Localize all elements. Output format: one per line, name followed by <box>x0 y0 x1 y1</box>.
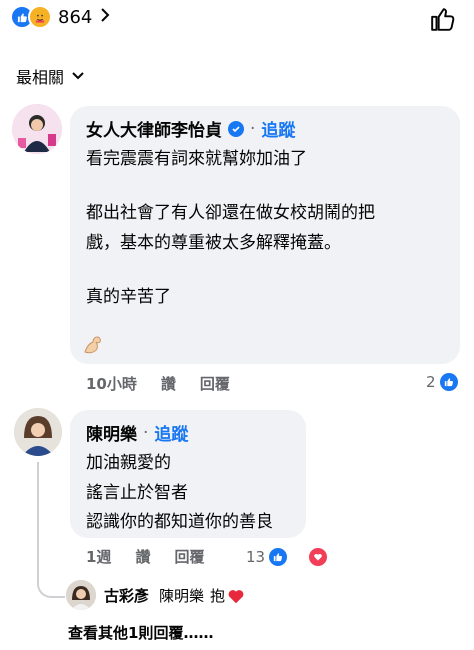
comment-line: 認識你的都知道你的善良 <box>86 512 273 532</box>
reply-text: 抱 <box>210 587 226 605</box>
care-reaction-icon <box>28 5 52 29</box>
like-reaction-icon <box>269 548 288 566</box>
comment-actions: 10小時 讚 回覆 <box>86 373 254 394</box>
like-button-icon[interactable] <box>430 6 456 32</box>
verified-badge-icon <box>228 120 244 137</box>
chevron-right-icon <box>100 7 110 28</box>
sort-dropdown[interactable]: 最相關 <box>16 64 84 88</box>
reply-author[interactable]: 古彩彥 <box>104 585 149 606</box>
reply-mention[interactable]: 陳明樂 <box>159 585 204 606</box>
view-more-replies-link[interactable]: 查看其他1則回覆…… <box>68 622 213 643</box>
comment-reaction-summary[interactable]: 13 <box>246 546 353 568</box>
comment-line: 謠言止於智者 <box>86 483 188 503</box>
comment-author[interactable]: 陳明樂 <box>86 420 137 445</box>
avatar[interactable] <box>66 580 96 610</box>
comment-line: 加油親愛的 <box>86 453 171 473</box>
like-reaction-icon <box>439 373 458 391</box>
red-heart-icon <box>228 589 244 603</box>
reaction-count: 864 <box>58 6 93 28</box>
like-link[interactable]: 讚 <box>135 546 150 567</box>
reply-preview[interactable]: 古彩彥 陳明樂 抱 <box>104 585 245 606</box>
reply-link[interactable]: 回覆 <box>174 546 204 567</box>
comment-line: 真的辛苦了 <box>86 287 171 307</box>
love-reaction-icon <box>307 546 330 568</box>
comment-timestamp[interactable]: 10小時 <box>86 373 137 394</box>
comment-reaction-count: 13 <box>246 548 266 566</box>
separator-dot: · <box>143 422 149 443</box>
comment-header: 陳明樂 · 追蹤 <box>86 420 188 446</box>
comment-actions: 1週 讚 回覆 <box>86 546 228 567</box>
comment-line: 戲，基本的尊重被太多解釋掩蓋。 <box>86 233 341 253</box>
reply-link[interactable]: 回覆 <box>200 373 230 394</box>
flexed-biceps-icon <box>84 336 101 354</box>
follow-button[interactable]: 追蹤 <box>261 116 295 141</box>
comment-reaction-summary[interactable]: 2 <box>426 373 474 391</box>
thread-connector <box>37 462 65 598</box>
comment-header: 女人大律師李怡貞 · 追蹤 <box>86 116 295 142</box>
avatar[interactable] <box>14 408 62 456</box>
reaction-summary[interactable]: 864 <box>10 4 110 30</box>
like-link[interactable]: 讚 <box>161 373 176 394</box>
comment-author[interactable]: 女人大律師李怡貞 <box>86 116 222 141</box>
comment-line: 都出社會了有人卻還在做女校胡鬧的把 <box>86 203 375 223</box>
chevron-down-icon <box>72 72 84 80</box>
comment-reaction-count: 2 <box>426 373 436 391</box>
avatar[interactable] <box>12 104 62 154</box>
follow-button[interactable]: 追蹤 <box>154 420 188 445</box>
comment-line: 看完震震有詞來就幫妳加油了 <box>86 149 307 169</box>
comment-timestamp[interactable]: 1週 <box>86 546 111 567</box>
sort-label: 最相關 <box>16 68 65 87</box>
separator-dot: · <box>250 118 256 139</box>
